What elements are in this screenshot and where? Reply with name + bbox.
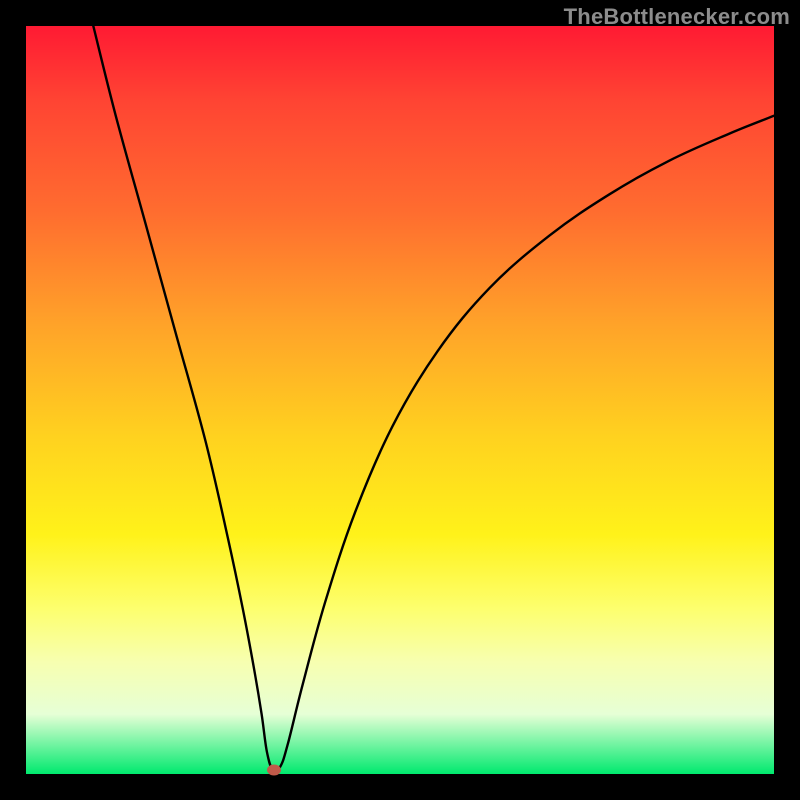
chart-frame: TheBottlenecker.com <box>0 0 800 800</box>
optimal-point-marker <box>267 764 281 775</box>
plot-area <box>26 26 774 774</box>
watermark-text: TheBottlenecker.com <box>564 4 790 30</box>
bottleneck-curve <box>26 26 774 774</box>
